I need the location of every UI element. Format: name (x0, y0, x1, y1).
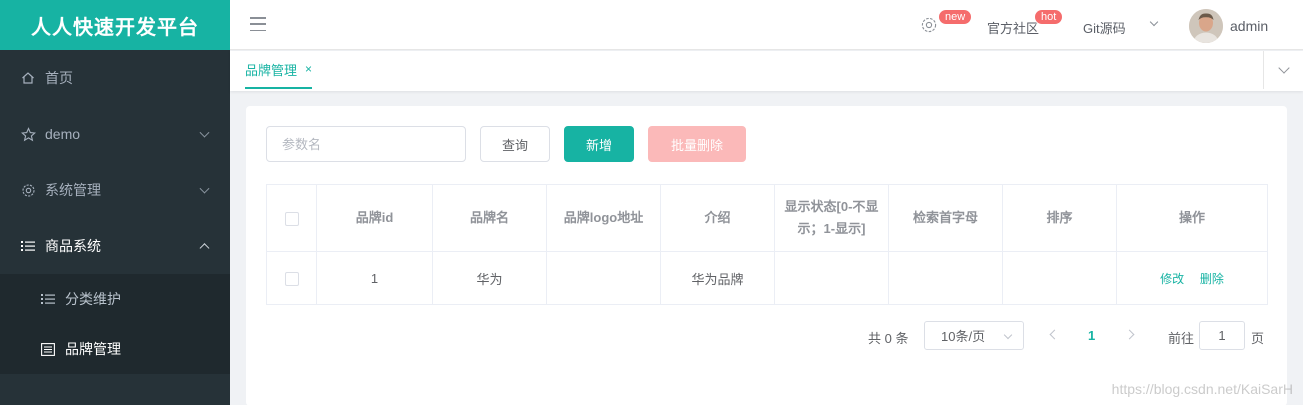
cell-initial (888, 251, 1003, 305)
sidebar-item-demo[interactable]: demo (0, 106, 230, 162)
cell-name: 华为 (432, 251, 547, 305)
git-source-menu[interactable]: Git源码 (1083, 18, 1126, 37)
sidebar-subitem-brand[interactable]: 品牌管理 (0, 324, 230, 374)
star-icon (20, 126, 36, 142)
row-select-cell (266, 251, 317, 305)
sidebar-item-system[interactable]: 系统管理 (0, 162, 230, 218)
column-header: 显示状态[0-不显示；1-显示] (774, 184, 889, 252)
cell-logo (546, 251, 661, 305)
username[interactable]: admin (1230, 18, 1268, 34)
column-header: 排序 (1002, 184, 1117, 252)
cell-id: 1 (316, 251, 433, 305)
chevron-down-icon (1149, 17, 1159, 27)
sidebar-item-label: 首页 (45, 70, 73, 86)
tab-label: 品牌管理 (245, 62, 298, 78)
goto-label: 前往 (1168, 331, 1195, 346)
top-header: new 官方社区 hot Git源码 admin (230, 0, 1303, 50)
chevron-down-icon (1003, 330, 1013, 340)
tab-bar: 品牌管理 × (230, 51, 1303, 91)
cell-intro: 华为品牌 (660, 251, 775, 305)
column-header: 品牌名 (432, 184, 547, 252)
row-checkbox[interactable] (284, 271, 299, 286)
sidebar-item-label: 商品系统 (45, 238, 101, 254)
chevron-down-icon (199, 183, 210, 194)
sidebar-subitem-label: 分类维护 (65, 291, 121, 307)
community-link[interactable]: 官方社区 (987, 18, 1039, 37)
page-size-value: 10条/页 (941, 329, 986, 344)
page-jump-input[interactable] (1199, 321, 1245, 350)
pagination-total: 共 0 条 (868, 331, 909, 346)
table-icon (40, 341, 56, 357)
chevron-up-icon (199, 243, 210, 254)
select-all-cell (266, 184, 317, 252)
settings-gear-icon[interactable] (920, 16, 938, 34)
delete-link[interactable]: 删除 (1200, 272, 1224, 286)
sidebar-item-label: demo (45, 126, 81, 142)
brand-table: 品牌id 品牌名 品牌logo地址 介绍 显示状态[0-不显示；1-显示] 检索… (266, 184, 1268, 305)
current-page[interactable]: 1 (1088, 328, 1095, 343)
watermark: https://blog.csdn.net/KaiSarH (1111, 381, 1293, 397)
sidebar-item-label: 系统管理 (45, 182, 101, 198)
prev-page-icon[interactable] (1049, 329, 1060, 340)
table-header-row: 品牌id 品牌名 品牌logo地址 介绍 显示状态[0-不显示；1-显示] 检索… (266, 184, 1268, 252)
add-button[interactable]: 新增 (564, 126, 634, 162)
search-input[interactable] (266, 126, 466, 162)
home-icon (20, 70, 36, 86)
sidebar-subitem-label: 品牌管理 (65, 341, 121, 357)
avatar[interactable] (1189, 9, 1223, 43)
batch-delete-button[interactable]: 批量删除 (648, 126, 746, 162)
cell-sort (1002, 251, 1117, 305)
sidebar-item-home[interactable]: 首页 (0, 50, 230, 106)
close-icon[interactable]: × (305, 62, 312, 76)
pagination: 共 0 条 10条/页 1 前往 页 (246, 321, 1287, 351)
page-unit-label: 页 (1251, 331, 1265, 346)
select-all-checkbox[interactable] (284, 211, 299, 226)
page-size-select[interactable]: 10条/页 (924, 321, 1024, 350)
next-page-icon[interactable] (1124, 329, 1135, 340)
list-icon (20, 238, 36, 254)
table-row: 1 华为 华为品牌 修改 删除 (266, 251, 1268, 305)
query-button[interactable]: 查询 (480, 126, 550, 162)
column-header: 检索首字母 (888, 184, 1003, 252)
sidebar-item-goods[interactable]: 商品系统 (0, 218, 230, 274)
main-card: 查询 新增 批量删除 品牌id 品牌名 品牌logo地址 介绍 显示状态[0-不… (246, 106, 1287, 405)
list-icon (40, 291, 56, 307)
tab-menu-dropdown[interactable] (1263, 51, 1303, 89)
column-header: 操作 (1116, 184, 1268, 252)
gear-icon (20, 182, 36, 198)
column-header: 品牌logo地址 (546, 184, 661, 252)
column-header: 介绍 (660, 184, 775, 252)
sidebar: 人人快速开发平台 首页 demo 系统管理 商品系统 分类维护 品牌管理 (0, 0, 230, 405)
menu-toggle-icon[interactable] (250, 17, 266, 31)
app-title: 人人快速开发平台 (0, 0, 230, 50)
new-badge: new (938, 9, 973, 25)
submenu-goods: 分类维护 品牌管理 (0, 274, 230, 374)
sidebar-subitem-category[interactable]: 分类维护 (0, 274, 230, 324)
tab-brand-management[interactable]: 品牌管理 × (245, 51, 313, 89)
edit-link[interactable]: 修改 (1160, 272, 1184, 286)
column-header: 品牌id (316, 184, 433, 252)
chevron-down-icon (199, 127, 210, 138)
cell-actions: 修改 删除 (1116, 251, 1268, 305)
hot-badge: hot (1034, 9, 1064, 25)
cell-status (774, 251, 889, 305)
chevron-down-icon (1277, 62, 1290, 74)
